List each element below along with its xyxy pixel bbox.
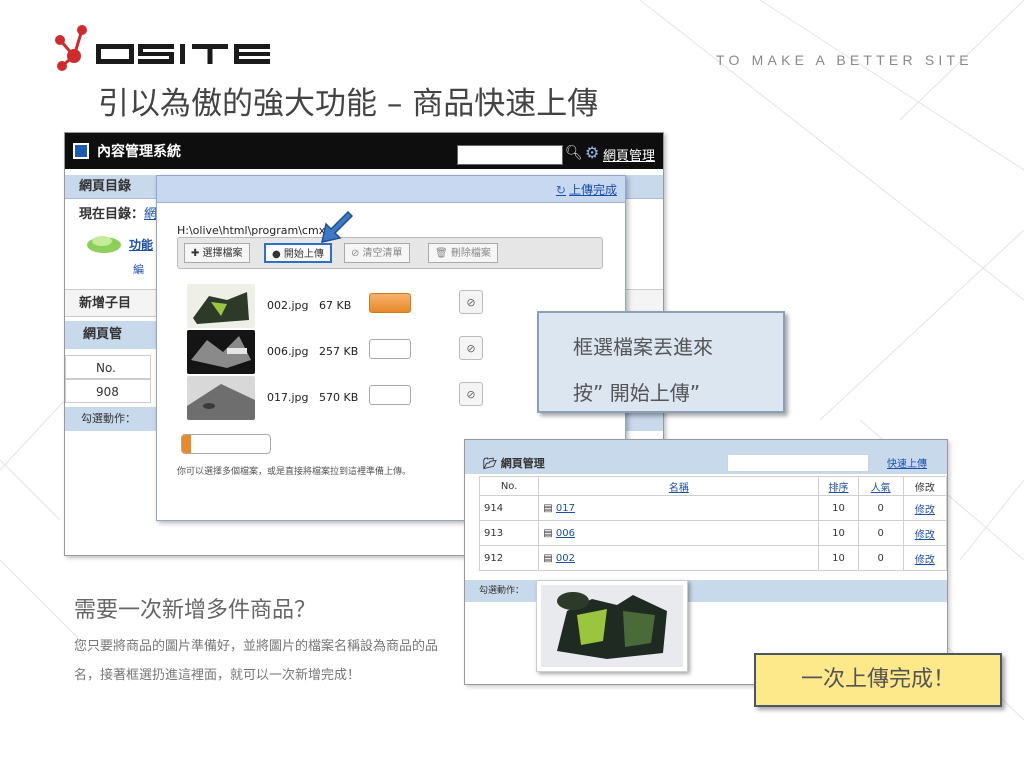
col-name-header[interactable]: 名稱: [538, 476, 820, 496]
col-views-header[interactable]: 人氣: [857, 476, 904, 496]
remove-file-button[interactable]: ⊘: [459, 336, 483, 360]
table-row[interactable]: 914 ▤ 017 10 0 修改: [478, 495, 948, 521]
file-name-text: 017.jpg: [267, 391, 309, 404]
cms-title: 內容管理系統: [97, 144, 181, 160]
row-edit: 修改: [902, 545, 948, 571]
edit-link[interactable]: 修改: [915, 505, 935, 516]
row-views: 0: [857, 545, 904, 571]
file-thumbnail: [187, 330, 255, 374]
upload-done-label: 上傳完成: [568, 183, 617, 197]
file-row[interactable]: 006.jpg 257 KB ⊘: [187, 330, 587, 376]
file-name: 006.jpg 257 KB: [267, 345, 358, 358]
col-no-header: No.: [478, 476, 540, 496]
manage-link[interactable]: 網頁管理: [603, 145, 655, 164]
file-name: 002.jpg 67 KB: [267, 299, 351, 312]
upload-dialog-header: ↻ 上傳完成: [157, 176, 625, 203]
row-views: 0: [857, 520, 904, 546]
file-size: 257 KB: [319, 345, 359, 358]
cms-search-input[interactable]: [457, 145, 563, 165]
callout-line-1: 框選檔案丟進來: [573, 335, 713, 359]
leaf-icon: [87, 236, 121, 253]
refresh-icon: ↻: [555, 183, 566, 197]
table-row[interactable]: 913 ▤ 006 10 0 修改: [478, 520, 948, 546]
image-icon: ▤: [543, 527, 556, 539]
result-title-text: 網頁管理: [500, 457, 545, 470]
upload-done-link[interactable]: ↻ 上傳完成: [556, 181, 617, 198]
upload-toolbar: ✚ 選擇檔案 ● 開始上傳 ⊘ 清空清單 🗑 刪除檔案: [177, 237, 603, 269]
column-no-header: No.: [65, 355, 151, 379]
pointer-arrow-icon: [321, 210, 354, 243]
start-upload-label: 開始上傳: [283, 249, 324, 260]
file-thumbnail: [187, 284, 255, 328]
edit-link[interactable]: 編: [133, 261, 144, 277]
row-no: 914: [478, 495, 540, 521]
row-no: 913: [478, 520, 540, 546]
row-no: 912: [478, 545, 540, 571]
row-edit: 修改: [902, 495, 948, 521]
row-name: ▤ 017: [538, 495, 820, 521]
result-search-input[interactable]: [727, 454, 869, 472]
instruction-callout: 框選檔案丟進來 按” 開始上傳”: [537, 311, 785, 413]
image-icon: ▤: [543, 502, 556, 514]
remove-file-button[interactable]: ⊘: [459, 290, 483, 314]
row-order: 10: [818, 520, 859, 546]
row-order: 10: [818, 495, 859, 521]
quick-upload-link[interactable]: 快速上傳: [887, 455, 927, 470]
upload-path: H:\olive\html\program\cmx: [177, 224, 326, 237]
clear-list-button[interactable]: ⊘ 清空清單: [344, 243, 410, 263]
row-name: ▤ 006: [538, 520, 820, 546]
row-name-link[interactable]: 017: [556, 503, 575, 514]
current-directory-label: 現在目錄：: [79, 207, 145, 222]
file-progress-bar: [369, 293, 411, 313]
result-title: 📂︎ 網頁管理: [483, 457, 545, 470]
start-upload-button[interactable]: ● 開始上傳: [264, 243, 332, 263]
tagline: TO MAKE A BETTER SITE: [716, 52, 973, 68]
search-icon[interactable]: 🔍︎: [565, 145, 583, 161]
remove-file-button[interactable]: ⊘: [459, 382, 483, 406]
file-name-text: 002.jpg: [267, 299, 309, 312]
table-row[interactable]: 912 ▤ 002 10 0 修改: [478, 545, 948, 571]
product-photo-preview: [536, 580, 688, 672]
description-text: 您只要將商品的圖片準備好，並將圖片的檔案名稱設為商品的品名，接著框選扔進這裡面，…: [74, 639, 439, 683]
total-progress-fill: [182, 435, 191, 453]
result-table: No. 名稱 排序 人氣 修改 914 ▤ 017 10 0 修改 913 ▤ …: [478, 476, 948, 571]
file-row[interactable]: 002.jpg 67 KB ⊘: [187, 284, 587, 330]
qsite-logo: [52, 22, 292, 74]
file-thumbnail: [187, 376, 255, 420]
file-name: 017.jpg 570 KB: [267, 391, 358, 404]
cms-app-icon: [73, 143, 89, 159]
row-views: 0: [857, 495, 904, 521]
edit-link[interactable]: 修改: [915, 555, 935, 566]
callout-line-2: 按” 開始上傳”: [573, 381, 701, 405]
question-heading: 需要一次新增多件商品？: [74, 598, 317, 623]
edit-link[interactable]: 修改: [915, 530, 935, 541]
row-name: ▤ 002: [538, 545, 820, 571]
row-edit: 修改: [902, 520, 948, 546]
file-size: 570 KB: [319, 391, 359, 404]
row-order: 10: [818, 545, 859, 571]
done-banner: 一次上傳完成！: [754, 653, 1002, 707]
upload-hint: 你可以選擇多個檔案，或是直接將檔案拉到這裡準備上傳。: [177, 467, 412, 477]
total-progress-bar: [181, 434, 271, 454]
current-directory: 現在目錄：網: [79, 203, 157, 222]
file-row[interactable]: 017.jpg 570 KB ⊘: [187, 376, 587, 422]
col-order-header[interactable]: 排序: [818, 476, 859, 496]
select-files-button[interactable]: ✚ 選擇檔案: [184, 243, 250, 263]
row-name-link[interactable]: 002: [556, 553, 575, 564]
row-name-link[interactable]: 006: [556, 528, 575, 539]
col-edit-header: 修改: [902, 476, 948, 496]
gear-icon: ⚙: [585, 143, 600, 162]
delete-files-button[interactable]: 🗑 刪除檔案: [428, 243, 498, 263]
function-link[interactable]: 功能: [129, 236, 153, 253]
page-title: 引以為傲的強大功能 – 商品快速上傳: [98, 86, 599, 122]
file-progress-bar: [369, 339, 411, 359]
table-row[interactable]: 908: [65, 379, 151, 403]
image-icon: ▤: [543, 552, 556, 564]
file-progress-bar: [369, 385, 411, 405]
file-size: 67 KB: [319, 299, 352, 312]
file-name-text: 006.jpg: [267, 345, 309, 358]
